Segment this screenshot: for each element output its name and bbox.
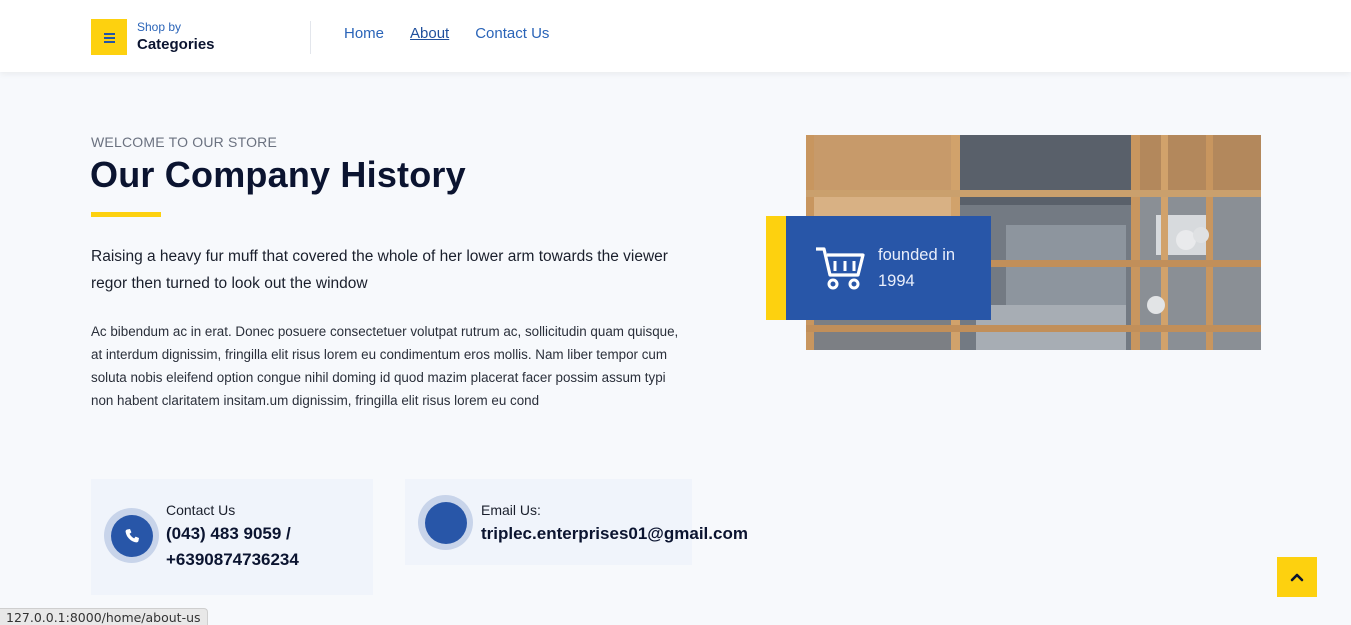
email-label: Email Us: (481, 502, 541, 518)
nav-home[interactable]: Home (344, 25, 384, 42)
phone-icon-ring (104, 508, 159, 563)
founded-badge: founded in 1994 (786, 216, 991, 320)
lead-paragraph: Raising a heavy fur muff that covered th… (91, 248, 668, 292)
categories-small-label: Shop by (137, 19, 182, 34)
link-status-bar: 127.0.0.1:8000/home/about-us (0, 608, 208, 625)
cart-icon (816, 247, 865, 290)
chevron-up-icon (1290, 573, 1304, 582)
email-value[interactable]: triplec.enterprises01@gmail.com (481, 521, 748, 547)
badge-accent (766, 216, 788, 320)
page-title: Our Company History (90, 154, 466, 195)
nav-about[interactable]: About (410, 25, 449, 42)
section-eyebrow: WELCOME TO OUR STORE (91, 134, 278, 150)
categories-menu-button[interactable]: Shop by Categories (91, 19, 215, 55)
mail-icon-ring (418, 495, 473, 550)
back-to-top-button[interactable] (1277, 557, 1317, 597)
body-paragraph: Ac bibendum ac in erat. Donec posuere co… (91, 324, 679, 408)
nav-contact-us[interactable]: Contact Us (475, 25, 549, 42)
site-header: Shop by Categories Home About Contact Us (0, 0, 1351, 72)
categories-label[interactable]: Shop by Categories (137, 19, 215, 53)
mail-icon (424, 501, 467, 544)
phone-icon (125, 528, 139, 542)
hamburger-icon[interactable] (91, 19, 127, 55)
categories-big-label: Categories (137, 35, 215, 53)
main-nav: Home About Contact Us (344, 25, 575, 42)
phone-label: Contact Us (166, 502, 236, 518)
founded-text: founded in 1994 (878, 246, 956, 290)
contact-email-card: Email Us: triplec.enterprises01@gmail.co… (405, 479, 748, 565)
header-divider (310, 21, 311, 54)
phone-value[interactable]: (043) 483 9059 / +6390874736234 (166, 521, 366, 573)
contact-phone-card: Contact Us (043) 483 9059 / +63908747362… (91, 479, 373, 595)
title-underline (91, 212, 161, 217)
